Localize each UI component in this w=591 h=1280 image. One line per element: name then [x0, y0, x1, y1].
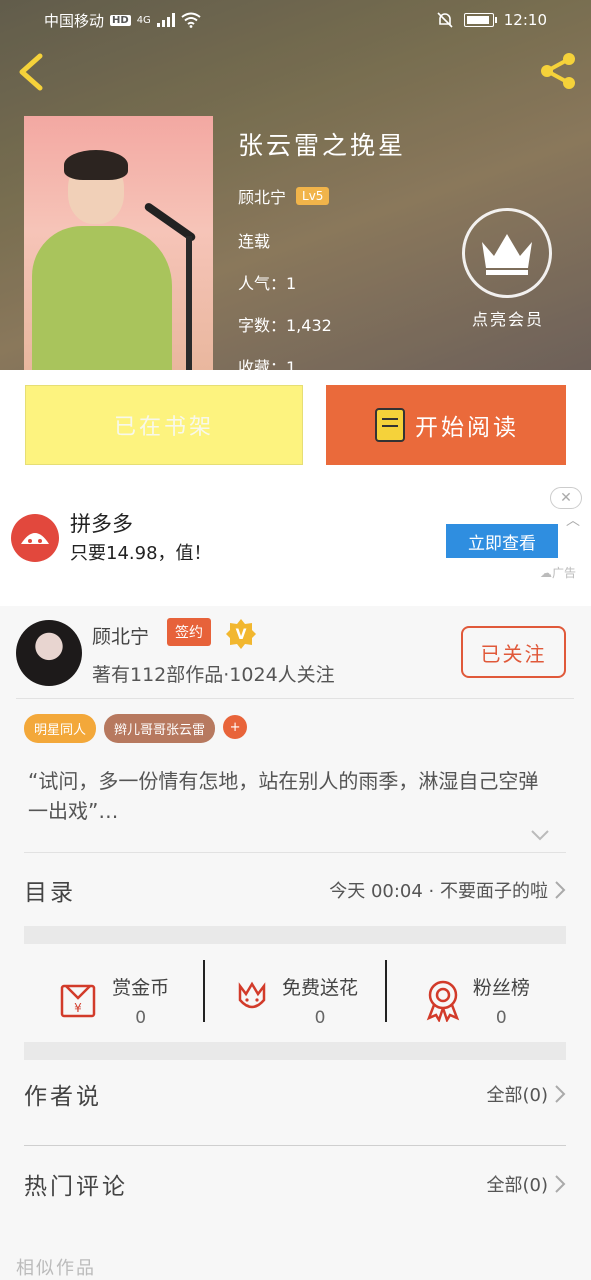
- send-flower-stat[interactable]: 免费送花 0: [205, 956, 384, 1044]
- support-stats: ¥ 赏金币 0 免费送花 0 粉丝榜 0: [24, 956, 566, 1044]
- favorites-count: 收藏：1: [238, 358, 297, 370]
- fan-ranking-stat[interactable]: 粉丝榜 0: [387, 956, 566, 1044]
- book-intro: “试问，多一份情有怎地，站在别人的雨季，淋湿自己空弹一出戏”…: [28, 769, 539, 823]
- send-flower-value: 0: [314, 1007, 326, 1028]
- red-envelope-icon: ¥: [60, 984, 96, 1018]
- clock: 12:10: [503, 11, 547, 29]
- status-bar: 中国移动 HD 4G 12:10: [0, 0, 591, 40]
- word-count: 字数：1,432: [238, 316, 332, 335]
- ad-close-icon[interactable]: ✕: [550, 487, 582, 509]
- chevron-down-icon[interactable]: [530, 828, 550, 842]
- author-name[interactable]: 顾北宁: [92, 622, 149, 649]
- carrier-label: 中国移动: [44, 11, 105, 30]
- divider: [24, 1145, 566, 1146]
- signal-icon: [156, 13, 175, 27]
- share-button[interactable]: [535, 48, 581, 94]
- start-reading-button[interactable]: 开始阅读: [326, 385, 566, 465]
- signed-badge: 签约: [167, 618, 211, 646]
- crown-icon: [482, 234, 532, 275]
- divider: [16, 698, 574, 699]
- verified-v-icon: V: [226, 619, 256, 649]
- tag-zhang-yunlei[interactable]: 辫儿哥哥张云雷: [104, 714, 216, 743]
- wifi-icon: [181, 12, 201, 28]
- reward-coins-label: 赏金币: [112, 976, 170, 999]
- battery-icon: [463, 13, 497, 27]
- book-title: 张云雷之挽星: [238, 131, 407, 160]
- avatar[interactable]: [16, 620, 82, 686]
- serial-status: 连载: [238, 232, 271, 251]
- tag-celebrity-fanfic[interactable]: 明星同人: [24, 714, 97, 743]
- fan-ranking-value: 0: [495, 1007, 507, 1028]
- ad-title: 拼多多: [70, 512, 133, 536]
- author-stats: 著有112部作品·1024人关注: [92, 664, 335, 686]
- author-says-count: 全部(0): [486, 1085, 549, 1106]
- send-flower-label: 免费送花: [281, 976, 358, 999]
- similar-works-title: 相似作品: [16, 1258, 96, 1279]
- reward-coins-stat[interactable]: ¥ 赏金币 0: [24, 956, 203, 1044]
- back-button[interactable]: [14, 50, 54, 94]
- add-tag-button[interactable]: +: [223, 715, 248, 739]
- popularity: 人气：1: [238, 274, 297, 293]
- ad-view-button[interactable]: 立即查看: [446, 524, 558, 558]
- book-author[interactable]: 顾北宁: [238, 184, 286, 208]
- book-hero: 中国移动 HD 4G 12:10 张云雷之挽星 顾北宁 Lv5 连载 人气：1 …: [0, 0, 591, 370]
- latest-chapter: 今天 00:04 · 不要面子的啦: [329, 881, 548, 902]
- flower-icon: [238, 981, 266, 1009]
- action-bar: 已在书架 开始阅读: [0, 370, 591, 482]
- svg-text:¥: ¥: [74, 1001, 82, 1015]
- author-says-title: 作者说: [24, 1084, 102, 1110]
- ad-tag: ☁广告: [540, 566, 577, 580]
- svg-text:V: V: [236, 627, 247, 643]
- reward-coins-value: 0: [135, 1007, 147, 1028]
- hot-comments-count: 全部(0): [486, 1175, 549, 1196]
- chevron-right-icon: [555, 1175, 566, 1193]
- member-button[interactable]: 点亮会员: [462, 208, 554, 330]
- section-separator: [24, 1042, 566, 1060]
- catalog-title: 目录: [24, 880, 76, 906]
- hd-badge: HD: [110, 14, 131, 26]
- in-shelf-button[interactable]: 已在书架: [25, 385, 303, 465]
- author-level-badge: Lv5: [296, 187, 330, 205]
- medal-icon: [426, 980, 460, 1022]
- catalog-row[interactable]: 目录 今天 00:04 · 不要面子的啦: [24, 860, 566, 920]
- book-icon: [375, 408, 405, 442]
- author-says-row[interactable]: 作者说 全部(0): [24, 1064, 566, 1124]
- share-icon: [541, 53, 575, 89]
- chevron-up-icon[interactable]: ︿: [566, 510, 580, 530]
- book-info: 张云雷之挽星 顾北宁 Lv5 连载 人气：1 字数：1,432 收藏：1: [238, 126, 406, 370]
- divider: [24, 852, 566, 853]
- book-cover[interactable]: [24, 116, 213, 370]
- ad-description: 只要14.98，值！: [70, 543, 212, 564]
- author-section: 顾北宁 签约 V 著有112部作品·1024人关注 已关注 明星同人 辫儿哥哥张…: [0, 606, 591, 1280]
- chevron-left-icon: [19, 53, 43, 91]
- chevron-right-icon: [555, 881, 566, 899]
- section-separator: [24, 926, 566, 944]
- tag-list: 明星同人 辫儿哥哥张云雷 +: [24, 714, 248, 743]
- hot-comments-row[interactable]: 热门评论 全部(0): [24, 1154, 566, 1214]
- chevron-right-icon: [555, 1085, 566, 1103]
- network-label: 4G: [136, 14, 151, 26]
- pinduoduo-logo: [11, 514, 59, 562]
- hot-comments-title: 热门评论: [24, 1174, 128, 1200]
- ad-banner[interactable]: 拼多多 只要14.98，值！ 立即查看 ✕ ︿ ☁广告: [0, 482, 591, 606]
- mute-bell-icon: [437, 12, 453, 28]
- follow-button[interactable]: 已关注: [461, 626, 566, 678]
- fan-ranking-label: 粉丝榜: [472, 976, 530, 999]
- start-reading-label: 开始阅读: [415, 415, 519, 441]
- member-label: 点亮会员: [471, 310, 544, 329]
